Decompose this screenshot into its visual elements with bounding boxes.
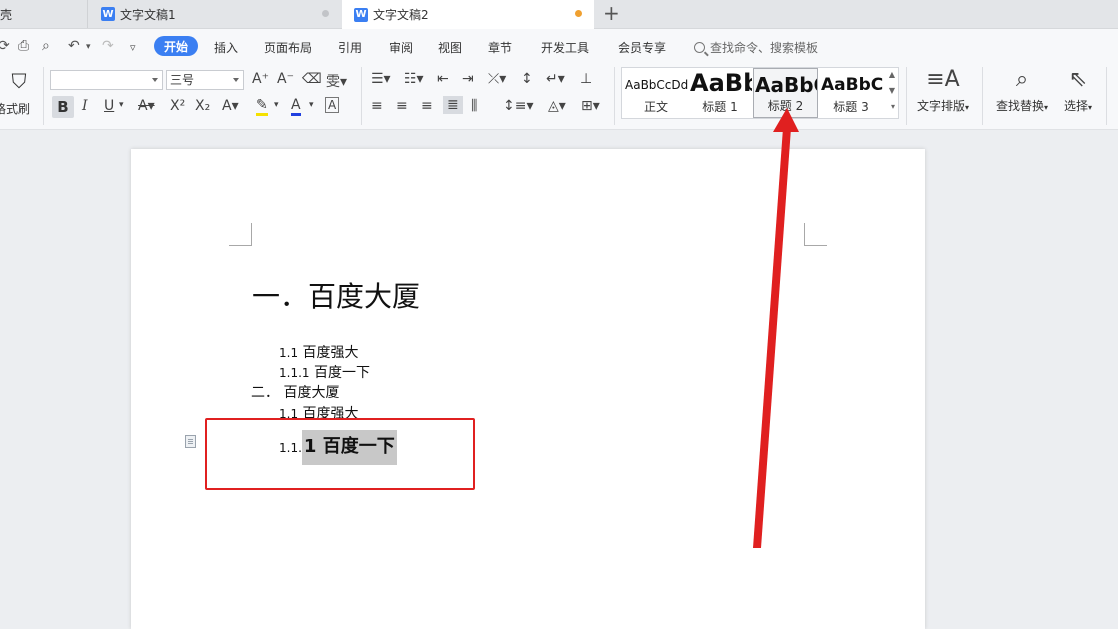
annotation-arrow-shaft	[753, 128, 791, 548]
annotation-arrow	[753, 108, 799, 548]
annotation-arrow-head	[773, 108, 799, 132]
